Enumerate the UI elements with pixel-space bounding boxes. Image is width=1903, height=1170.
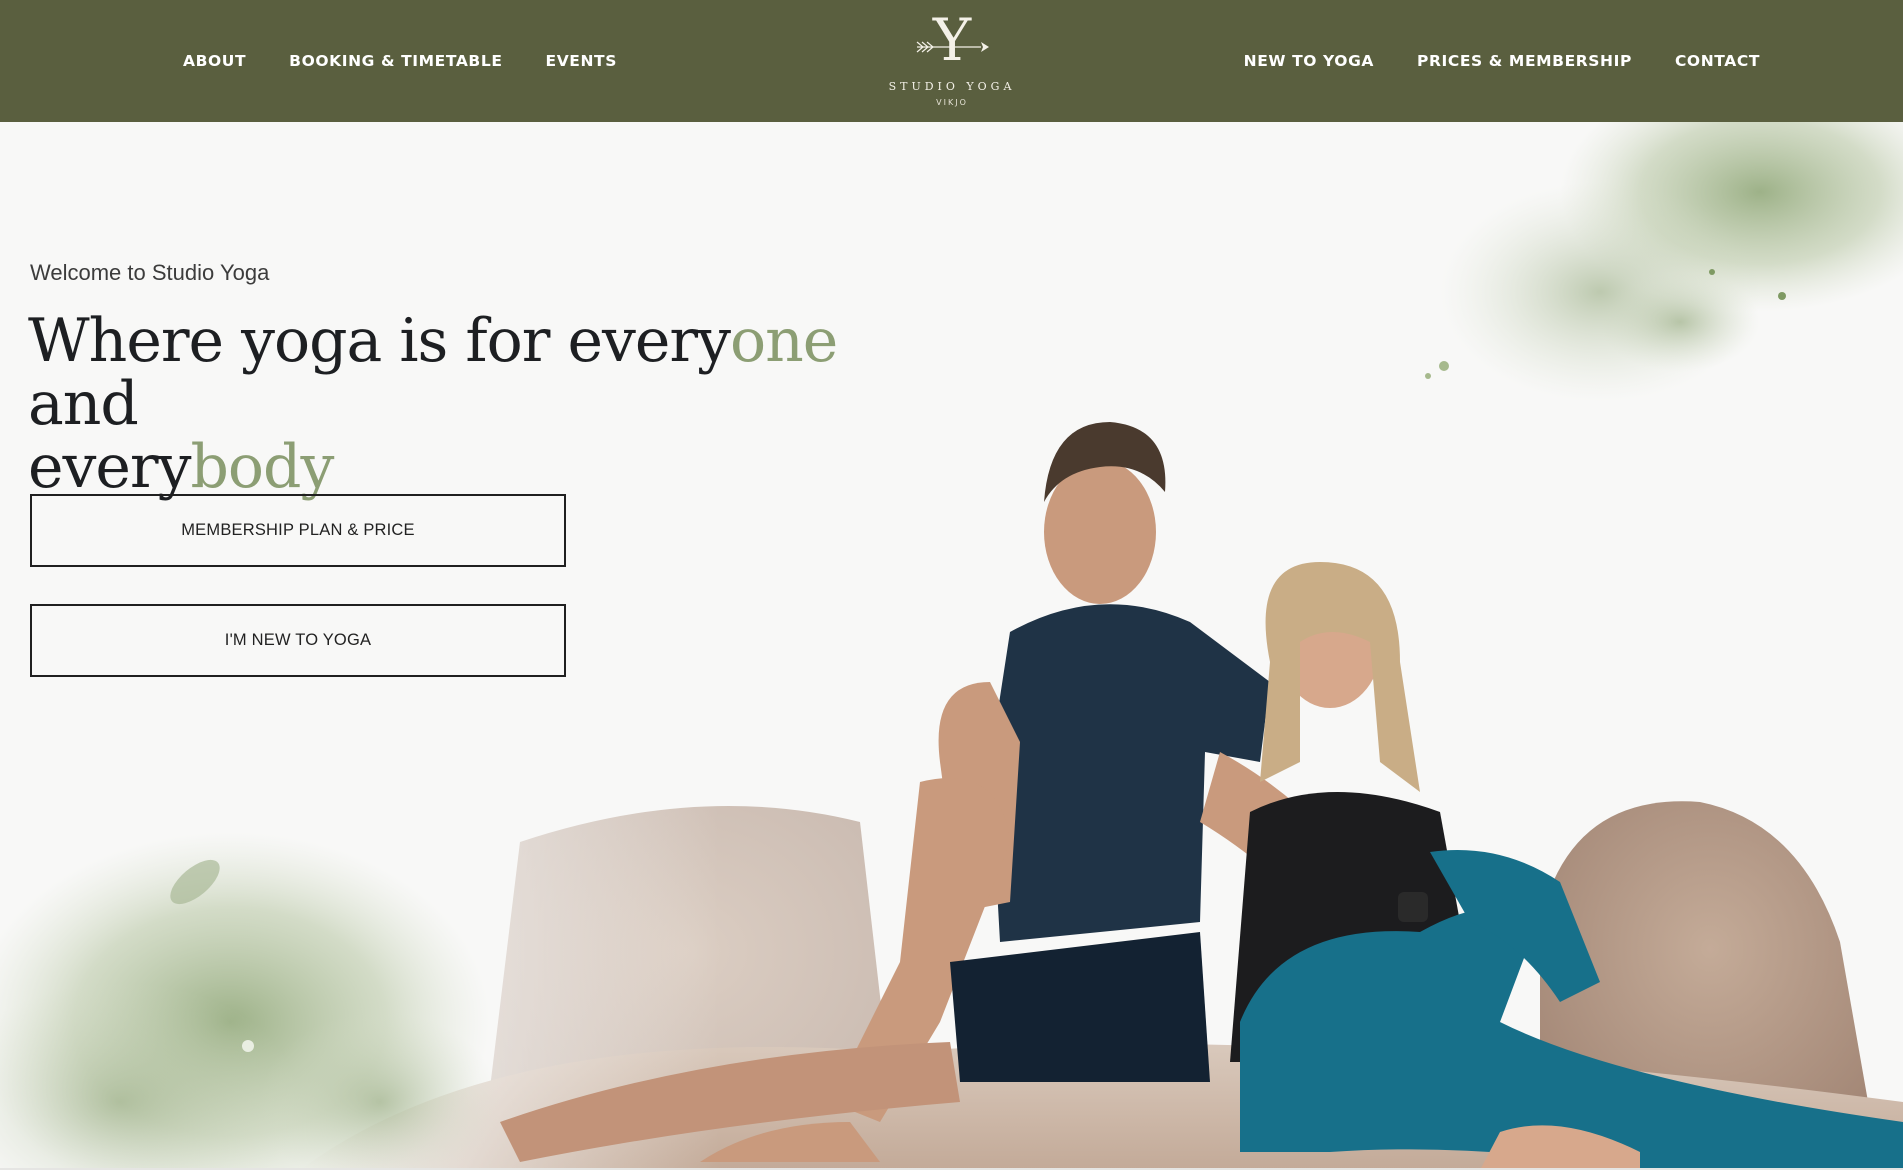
nav-about-link[interactable]: ABOUT — [183, 52, 246, 70]
nav-contact-link[interactable]: CONTACT — [1675, 52, 1760, 70]
nav-prices-membership-link[interactable]: PRICES & MEMBERSHIP — [1417, 52, 1632, 70]
headline-part-1: Where yoga is for every — [28, 306, 731, 376]
logo-name: STUDIO YOGA — [888, 80, 1016, 93]
hero-headline: Where yoga is for everyone and everybody — [28, 310, 928, 499]
membership-plan-button[interactable]: MEMBERSHIP PLAN & PRICE — [30, 494, 566, 567]
logo-subtitle: VIKJO — [936, 98, 968, 107]
headline-accent-body: body — [190, 432, 335, 502]
headline-part-3: every — [28, 432, 191, 502]
logo-mark: Y — [885, 8, 1019, 74]
headline-part-2: and — [28, 369, 139, 439]
hero-section: Welcome to Studio Yoga Where yoga is for… — [0, 122, 1903, 1170]
primary-nav-right: NEW TO YOGA PRICES & MEMBERSHIP CONTACT — [1201, 0, 1760, 122]
welcome-text: Welcome to Studio Yoga — [30, 260, 270, 285]
arrow-icon — [916, 41, 989, 53]
primary-nav-left: ABOUT BOOKING & TIMETABLE EVENTS — [183, 0, 660, 122]
nav-booking-timetable-link[interactable]: BOOKING & TIMETABLE — [289, 52, 502, 70]
nav-events-link[interactable]: EVENTS — [546, 52, 617, 70]
new-to-yoga-button[interactable]: I'M NEW TO YOGA — [30, 604, 566, 677]
site-logo[interactable]: Y STUDIO YOGA VIKJO — [885, 8, 1019, 118]
nav-new-to-yoga-link[interactable]: NEW TO YOGA — [1244, 52, 1374, 70]
site-header: ABOUT BOOKING & TIMETABLE EVENTS Y STUDI… — [0, 0, 1903, 122]
headline-accent-one: one — [729, 306, 838, 376]
